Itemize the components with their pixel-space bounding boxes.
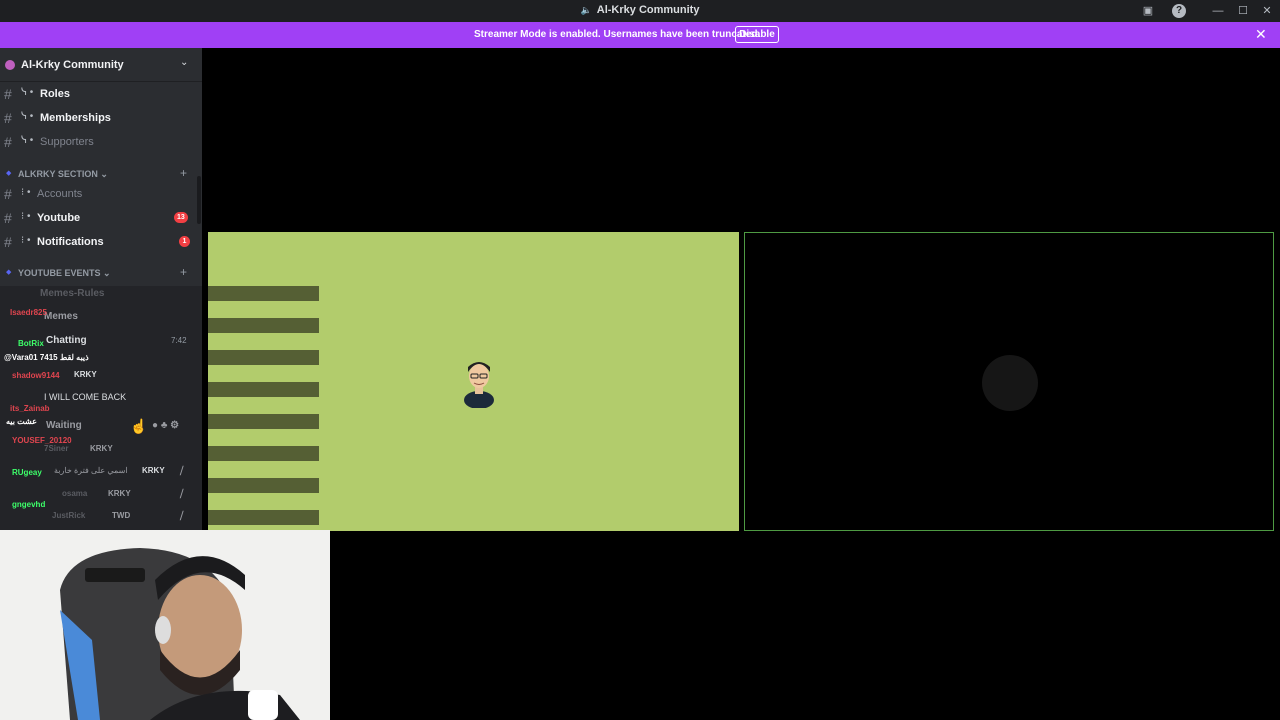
voice-user[interactable]: I WILL COME BACK	[44, 392, 126, 402]
sidebar-scrollbar[interactable]	[197, 176, 201, 224]
mute-icon: ⧸	[180, 511, 184, 522]
chat-time: 7:42	[171, 336, 187, 345]
help-icon[interactable]: ?	[1172, 4, 1186, 18]
category-name: ALKRKY SECTION ⌄	[18, 169, 108, 179]
voice-user-tag: KRKY	[90, 444, 113, 453]
channel-name: Supporters	[40, 136, 94, 148]
channel-memberships[interactable]: # ᓭ • Memberships	[0, 108, 202, 128]
voice-user-tag: KRKY	[108, 489, 131, 498]
chat-username: RUgeay	[12, 468, 42, 477]
overlay-bar	[208, 478, 319, 493]
voice-user-tag: KRKY	[142, 466, 165, 475]
chat-message: @Vara01 7415 ذيبه لقط	[4, 353, 89, 362]
voice-user[interactable]: 7Siner	[44, 444, 68, 453]
voice-tile-speaking[interactable]	[208, 232, 739, 531]
channel-youtube[interactable]: # ⁝ • Youtube 13	[0, 208, 202, 228]
overlay-bar	[208, 510, 319, 525]
diamond-icon: ◆	[6, 170, 12, 177]
server-header[interactable]: Al-Krky Community ⌄	[0, 48, 202, 82]
voice-user[interactable]: KRKY	[74, 370, 97, 379]
maximize-button[interactable]: ☐	[1236, 4, 1250, 18]
voice-user[interactable]: اسمي على فترة خاربة	[54, 466, 128, 475]
overlay-channel: Memes-Rules	[40, 288, 105, 299]
streamer-camera-image	[0, 530, 330, 720]
channel-prefix: ⁝ •	[21, 211, 31, 222]
minimize-button[interactable]: —	[1211, 4, 1225, 18]
channel-prefix: ᓭ •	[21, 111, 34, 122]
voice-controls-icons[interactable]: ● ♣ ⚙	[152, 420, 179, 431]
hash-icon: #	[4, 110, 12, 126]
voice-user[interactable]: osama	[62, 489, 87, 498]
channel-prefix: ᓭ •	[21, 135, 34, 146]
overlay-bar	[208, 286, 319, 301]
channel-name: Youtube	[37, 212, 81, 224]
channel-accounts[interactable]: # ⁝ • Accounts	[0, 184, 202, 204]
overlay-channel: Waiting	[46, 420, 82, 431]
server-name: Al-Krky Community	[21, 59, 124, 71]
chat-username: shadow9144	[12, 371, 60, 380]
server-icon	[5, 60, 15, 70]
overlay-bar	[208, 382, 319, 397]
overlay-bar	[208, 318, 319, 333]
mute-icon: ⧸	[180, 489, 184, 500]
voice-tile-user[interactable]	[744, 232, 1274, 531]
hash-icon: #	[4, 86, 12, 102]
streamer-mode-banner: Streamer Mode is enabled. Usernames have…	[0, 22, 1280, 48]
speaker-icon: 🔈	[580, 5, 592, 15]
channel-name: Roles	[40, 88, 70, 100]
add-channel-icon[interactable]: +	[180, 265, 187, 279]
category-name: YOUTUBE EVENTS ⌄	[18, 268, 111, 278]
unread-badge: 13	[174, 212, 188, 223]
channel-name: Notifications	[37, 236, 104, 248]
overlay-bar	[208, 350, 319, 365]
disable-streamer-mode-button[interactable]: Disable	[735, 26, 779, 43]
diamond-icon: ◆	[6, 269, 12, 276]
chat-username: BotRix	[18, 339, 44, 348]
hash-icon: #	[4, 134, 12, 150]
category-youtube-events[interactable]: ◆ YOUTUBE EVENTS ⌄ +	[0, 265, 202, 281]
channel-roles[interactable]: # ᓭ • Roles	[0, 84, 202, 104]
hash-icon: #	[4, 186, 12, 202]
channel-prefix: ⁝ •	[21, 235, 31, 246]
category-alkrky-section[interactable]: ◆ ALKRKY SECTION ⌄ +	[0, 166, 202, 182]
banner-close-icon[interactable]: ✕	[1255, 26, 1267, 43]
mouse-cursor-icon: ☝	[130, 418, 148, 434]
channel-supporters[interactable]: # ᓭ • Supporters	[0, 132, 202, 152]
close-window-button[interactable]: ✕	[1260, 4, 1274, 18]
unread-badge: 1	[179, 236, 190, 247]
add-channel-icon[interactable]: +	[180, 166, 187, 180]
title-bar: 🔈 Al-Krky Community ▣ ? — ☐ ✕	[0, 0, 1280, 22]
mute-icon: ⧸	[180, 466, 184, 477]
overlay-channel: Memes	[44, 311, 78, 322]
chat-username: Isaedr825	[10, 308, 47, 317]
overlay-channel: Chatting	[46, 335, 87, 346]
chat-overlay: Memes-Rules Memes Chatting Waiting 7:42 …	[0, 286, 202, 530]
voice-user-tag: TWD	[112, 511, 131, 520]
hash-icon: #	[4, 234, 12, 250]
window-title-wrap: 🔈 Al-Krky Community	[0, 4, 1280, 16]
chat-message: عشت بيه	[6, 417, 37, 426]
inbox-icon[interactable]: ▣	[1141, 4, 1155, 18]
overlay-bar	[208, 446, 319, 461]
channel-notifications[interactable]: # ⁝ • Notifications 1	[0, 232, 202, 252]
chat-username: its_Zainab	[10, 404, 50, 413]
window-title: Al-Krky Community	[596, 4, 700, 16]
banner-text: Streamer Mode is enabled. Usernames have…	[474, 29, 761, 40]
channel-name: Memberships	[40, 112, 111, 124]
webcam-feed	[0, 530, 330, 720]
chat-username: gngevhd	[12, 500, 46, 509]
chevron-down-icon[interactable]: ⌄	[180, 57, 188, 68]
channel-name: Accounts	[37, 188, 83, 200]
user-avatar	[464, 362, 494, 408]
voice-user[interactable]: JustRick	[52, 511, 85, 520]
channel-prefix: ᓭ •	[21, 87, 34, 98]
user-avatar	[982, 355, 1038, 411]
overlay-bar	[208, 414, 319, 429]
channel-prefix: ⁝ •	[21, 187, 31, 198]
hash-icon: #	[4, 210, 12, 226]
